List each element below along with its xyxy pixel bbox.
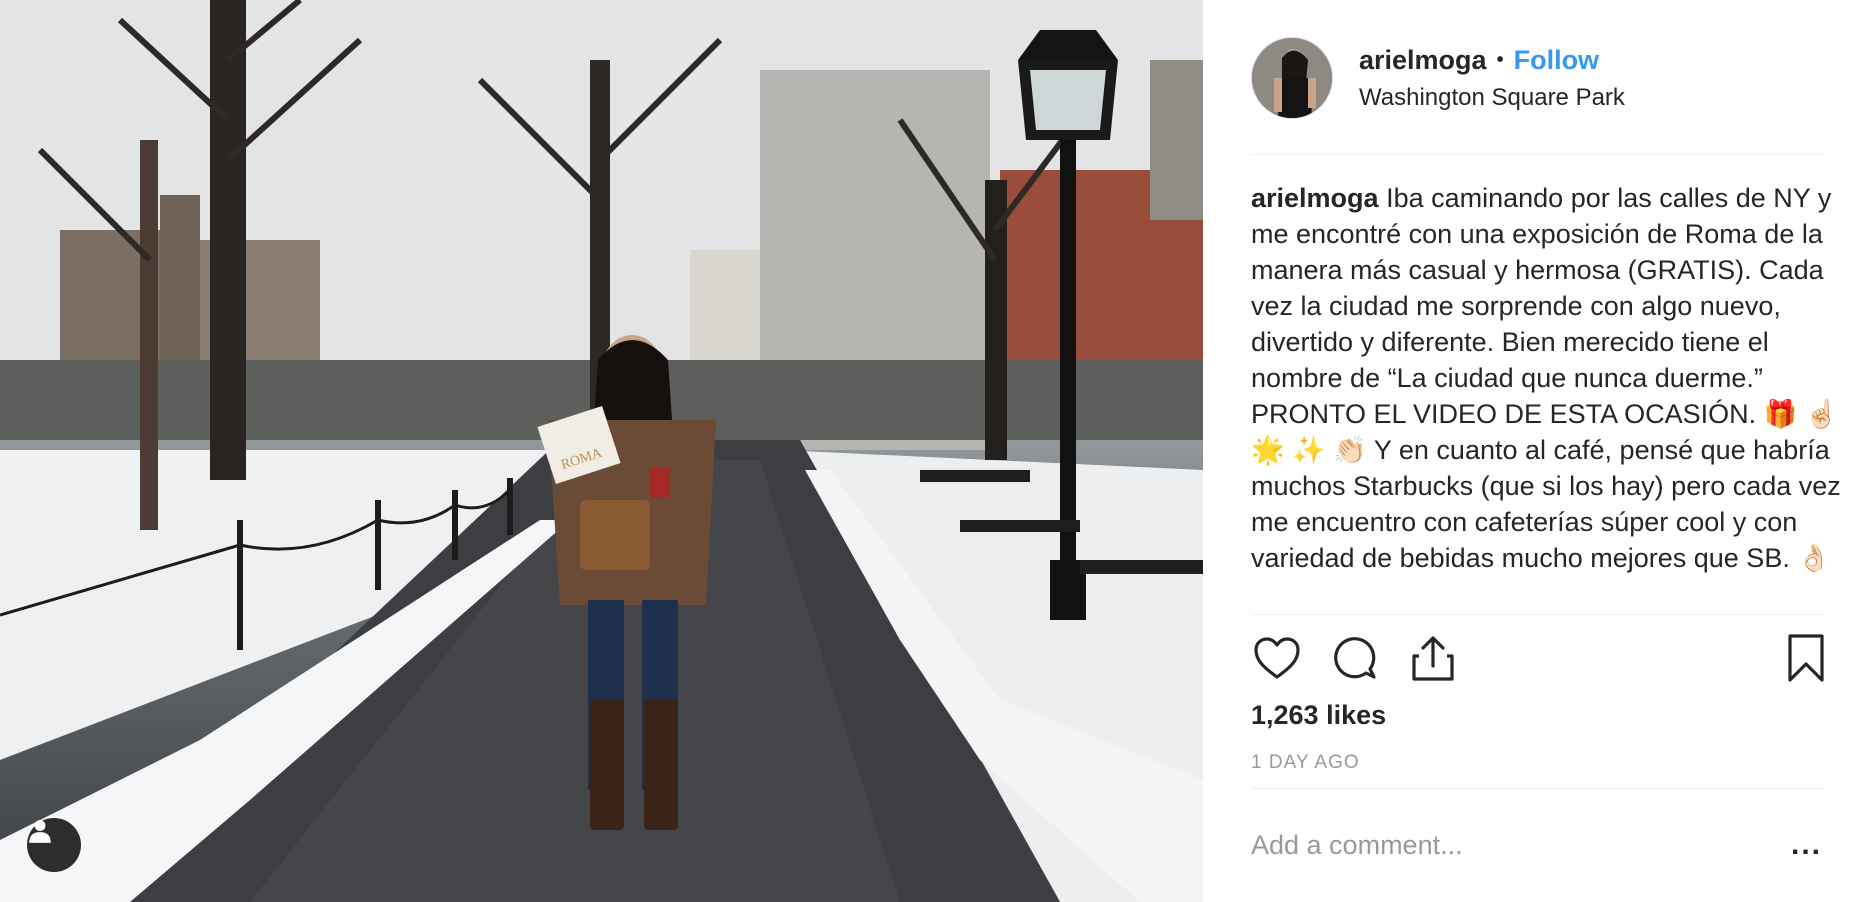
caption-divider (1251, 614, 1826, 615)
caption-text: Iba caminando por las calles de NY y me … (1251, 183, 1841, 573)
save-button[interactable] (1780, 632, 1832, 684)
bookmark-icon (1788, 634, 1824, 682)
post-sidebar: arielmoga • Follow Washington Square Par… (1203, 0, 1874, 902)
username-link[interactable]: arielmoga (1359, 45, 1487, 76)
header-divider (1251, 154, 1826, 155)
more-options-button[interactable]: ... (1791, 828, 1822, 862)
post-header: arielmoga • Follow Washington Square Par… (1251, 36, 1826, 120)
post-photo[interactable]: ROMA (0, 0, 1203, 902)
park-scene: ROMA (0, 0, 1203, 902)
separator-dot: • (1496, 48, 1504, 71)
like-button[interactable] (1251, 632, 1303, 684)
header-text: arielmoga • Follow Washington Square Par… (1359, 45, 1625, 112)
tagged-people-button[interactable] (27, 818, 81, 872)
share-button[interactable] (1407, 632, 1459, 684)
comment-divider (1251, 788, 1826, 789)
comment-input[interactable] (1251, 829, 1791, 861)
share-icon (1412, 636, 1454, 681)
follow-button[interactable]: Follow (1514, 45, 1599, 76)
person-icon (29, 820, 51, 843)
comment-button[interactable] (1329, 632, 1381, 684)
avatar[interactable] (1251, 37, 1333, 119)
avatar-image (1252, 38, 1332, 118)
heart-icon (1254, 637, 1300, 679)
action-bar (1251, 630, 1826, 686)
header-line: arielmoga • Follow (1359, 45, 1625, 76)
caption-username-link[interactable]: arielmoga (1251, 183, 1379, 213)
comment-bubble-icon (1334, 637, 1376, 679)
post-caption: arielmoga Iba caminando por las calles d… (1251, 180, 1841, 576)
comment-form: ... (1251, 815, 1826, 875)
likes-count[interactable]: 1,263 likes (1251, 700, 1386, 731)
post-timestamp[interactable]: 1 DAY AGO (1251, 752, 1360, 774)
location-link[interactable]: Washington Square Park (1359, 84, 1625, 112)
